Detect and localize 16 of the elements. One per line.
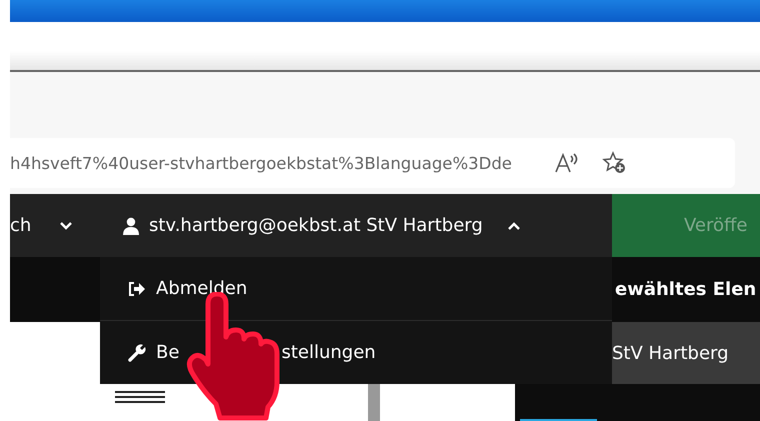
user-icon [123, 216, 139, 234]
value-text: StV Hartberg [612, 342, 729, 364]
read-aloud-icon[interactable] [554, 152, 580, 174]
chevron-icon [59, 220, 74, 230]
add-favorite-icon[interactable] [602, 151, 628, 175]
wrench-icon [128, 344, 146, 362]
panel-title: ewähltes Elen [615, 279, 756, 300]
dropdown-item[interactable]: Be stellungen [100, 321, 612, 384]
language-menu[interactable]: ch [10, 194, 123, 257]
address-field[interactable]: h4hsveft7%40user-stvhartbergoekbstat%3Blanguage%3Dde [10, 138, 735, 188]
user-menu[interactable]: stv.hartberg@oekbst.at StV Hartberg [123, 194, 521, 257]
chevron-icon [506, 220, 521, 230]
scrollbar[interactable] [368, 384, 380, 421]
sign-out-icon [128, 280, 146, 296]
menu-icon[interactable] [115, 390, 165, 404]
url-text: h4hsveft7%40user-stvhartbergoekbstat%3Blanguage%3Dde [10, 154, 512, 172]
